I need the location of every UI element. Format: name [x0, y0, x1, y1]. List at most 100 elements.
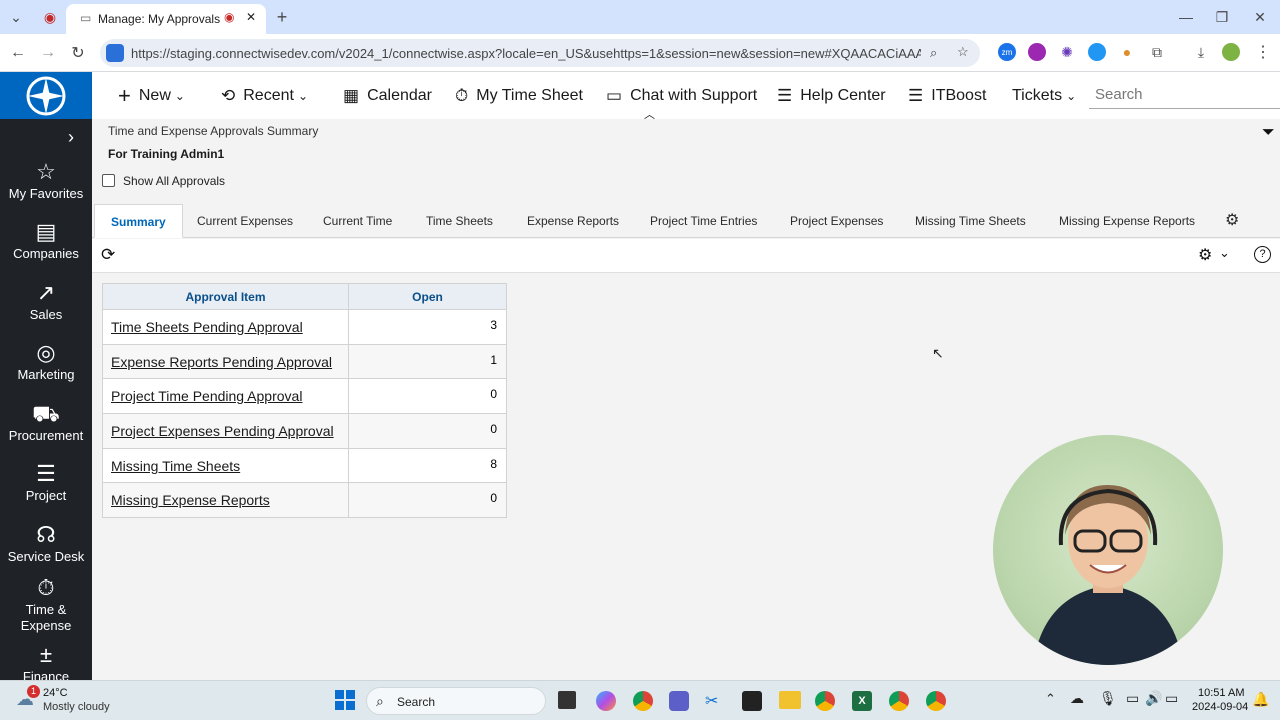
column-header-open[interactable]: Open	[348, 283, 507, 310]
forward-icon[interactable]: →	[38, 43, 58, 63]
battery-icon[interactable]: ▭	[1165, 690, 1178, 707]
download-icon[interactable]: ⤓	[1192, 43, 1210, 61]
search-input[interactable]: Search	[1089, 83, 1280, 109]
webcam-overlay	[993, 435, 1223, 665]
sidebar-item-time-expense[interactable]: ⏱ Time & Expense	[0, 574, 92, 634]
close-tab-icon[interactable]: ✕	[246, 10, 256, 24]
notifications-bell-icon[interactable]: 🔔	[1252, 691, 1269, 708]
excel-icon[interactable]: X	[852, 691, 872, 711]
tab-current-time[interactable]: Current Time	[323, 204, 392, 238]
onedrive-icon[interactable]: ☁	[1070, 690, 1084, 707]
puzzle-extensions-icon[interactable]: ⧉	[1148, 43, 1166, 61]
browser-tab-active[interactable]: ▭ Manage: My Approvals ◉ ✕	[66, 4, 266, 34]
target-icon: ◎	[36, 340, 56, 365]
expand-chevron-icon[interactable]: ›	[68, 127, 74, 148]
clock-date[interactable]: 2024-09-04	[1192, 701, 1248, 713]
column-header-approval-item[interactable]: Approval Item	[102, 283, 349, 310]
browser-menu-icon[interactable]: ⋮	[1254, 43, 1272, 61]
sidebar-item-finance[interactable]: ± Finance	[0, 641, 92, 680]
tab-missing-time-sheets[interactable]: Missing Time Sheets	[915, 204, 1026, 238]
microphone-icon[interactable]: 🎙	[1099, 690, 1117, 707]
network-icon[interactable]: ▭	[1126, 690, 1139, 707]
tab-current-expenses[interactable]: Current Expenses	[197, 204, 293, 238]
new-tab-icon[interactable]: +	[272, 7, 292, 27]
tab-project-time-entries[interactable]: Project Time Entries	[650, 204, 757, 238]
browser-tab-bar: ⌄ ◉ ▭ Manage: My Approvals ◉ ✕ + — ❐ ✕	[0, 0, 1280, 34]
tab-expense-reports[interactable]: Expense Reports	[527, 204, 619, 238]
task-view-icon[interactable]	[558, 691, 576, 709]
sidebar-item-service-desk[interactable]: ☊ Service Desk	[0, 521, 92, 564]
stopwatch-icon: ⏱	[37, 575, 55, 600]
show-all-checkbox[interactable]	[102, 174, 115, 187]
help-center-link[interactable]: ☰ Help Center	[777, 72, 886, 119]
sidebar-item-sales[interactable]: ↗ Sales	[0, 279, 92, 322]
teams-icon[interactable]	[669, 691, 689, 711]
windows-start-icon[interactable]	[334, 689, 356, 711]
approval-item-link[interactable]: Missing Expense Reports	[102, 482, 349, 519]
help-icon[interactable]: ?	[1254, 246, 1271, 263]
record-icon[interactable]: ◉	[40, 7, 60, 27]
recording-icon: ◉	[224, 10, 235, 24]
show-hidden-icons-icon[interactable]: ⌃	[1045, 691, 1056, 707]
sidebar-item-project[interactable]: ☰ Project	[0, 460, 92, 503]
zoom-icon[interactable]: ⌕	[930, 45, 937, 61]
snipping-tool-icon[interactable]: ✂	[705, 691, 725, 711]
volume-icon[interactable]: 🔊	[1145, 690, 1162, 707]
chevron-down-icon[interactable]: ⌄	[1219, 245, 1230, 261]
copilot-icon[interactable]	[596, 691, 616, 711]
zoom-extension-icon[interactable]: zm	[998, 43, 1016, 61]
sticky-notes-icon[interactable]	[742, 691, 762, 711]
minimize-icon[interactable]: —	[1176, 7, 1196, 27]
headset-icon: ☊	[36, 522, 56, 547]
back-icon[interactable]: ←	[8, 43, 28, 63]
weather-description: Mostly cloudy	[43, 701, 110, 713]
chrome-profile-icon[interactable]	[815, 691, 835, 711]
calendar-link[interactable]: ▦ Calendar	[343, 72, 432, 119]
grid-settings-gear-icon[interactable]: ⚙	[1198, 245, 1212, 265]
table-row: Missing Time Sheets 8	[102, 447, 507, 484]
tab-list-icon[interactable]: ⌄	[6, 7, 26, 27]
refresh-icon[interactable]: ⟳	[101, 245, 115, 265]
connectwise-logo[interactable]	[0, 72, 92, 119]
maximize-icon[interactable]: ❐	[1212, 7, 1232, 27]
tab-summary[interactable]: Summary	[94, 204, 183, 238]
extension-purple-icon[interactable]	[1028, 43, 1046, 61]
my-time-sheet-link[interactable]: ⏱ My Time Sheet	[455, 72, 583, 119]
tickets-menu[interactable]: Tickets ⌄	[1012, 72, 1076, 119]
reload-icon[interactable]: ↻	[68, 43, 88, 63]
chrome-profile-2-icon[interactable]	[889, 691, 909, 711]
tab-time-sheets[interactable]: Time Sheets	[426, 204, 493, 238]
approval-item-link[interactable]: Missing Time Sheets	[102, 447, 349, 484]
sidebar-item-marketing[interactable]: ◎ Marketing	[0, 339, 92, 382]
tab-settings-gear-icon[interactable]: ⚙	[1225, 204, 1239, 238]
recent-menu[interactable]: ⟲ Recent ⌄	[221, 72, 308, 119]
approval-item-link[interactable]: Expense Reports Pending Approval	[102, 343, 349, 380]
bookmark-star-icon[interactable]: ☆	[957, 44, 969, 60]
recent-label: Recent	[243, 86, 294, 104]
sidebar-item-procurement[interactable]: ⛟ Procurement	[0, 400, 92, 443]
tab-missing-expense-reports[interactable]: Missing Expense Reports	[1059, 204, 1195, 238]
sidebar-item-label: Companies	[13, 246, 79, 261]
sidebar-item-favorites[interactable]: ☆ My Favorites	[0, 158, 92, 201]
tab-project-expenses[interactable]: Project Expenses	[790, 204, 883, 238]
extension-badge-icon[interactable]: ✺	[1058, 43, 1076, 61]
presenter-video-icon	[1033, 485, 1183, 665]
clock-time[interactable]: 10:51 AM	[1198, 687, 1244, 699]
approval-item-link[interactable]: Project Expenses Pending Approval	[102, 413, 349, 449]
profile-avatar[interactable]	[1222, 43, 1240, 61]
cookie-extension-icon[interactable]: ●	[1118, 43, 1136, 61]
taskbar-search[interactable]: ⌕ Search	[366, 687, 546, 715]
approval-item-link[interactable]: Project Time Pending Approval	[102, 378, 349, 415]
chrome-profile-3-icon[interactable]	[926, 691, 946, 711]
chrome-icon[interactable]	[633, 691, 653, 711]
close-window-icon[interactable]: ✕	[1250, 7, 1270, 27]
chat-with-support-link[interactable]: ▭ Chat with Support	[606, 72, 757, 119]
address-bar[interactable]: https://staging.connectwisedev.com/v2024…	[100, 39, 980, 67]
extension-blue-icon[interactable]	[1088, 43, 1106, 61]
file-explorer-icon[interactable]	[779, 691, 801, 709]
filter-icon[interactable]: ⏷	[1262, 124, 1275, 142]
itboost-link[interactable]: ☰ ITBoost	[908, 72, 986, 119]
sidebar-item-companies[interactable]: ▤ Companies	[0, 218, 92, 261]
new-menu[interactable]: + New ⌄	[118, 72, 185, 119]
approval-item-link[interactable]: Time Sheets Pending Approval	[102, 309, 349, 345]
